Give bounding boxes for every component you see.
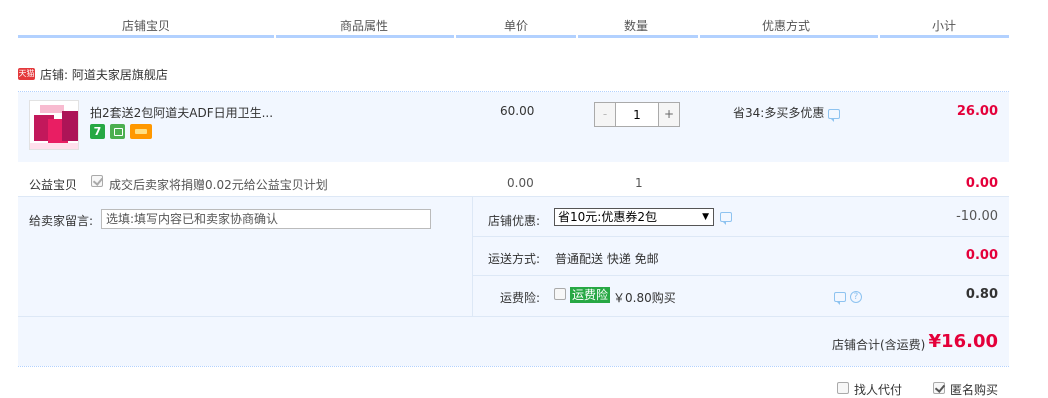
qty-increment-button[interactable]: + bbox=[658, 103, 679, 126]
insurance-checkbox[interactable] bbox=[554, 288, 566, 300]
cart-item-row bbox=[18, 92, 1009, 162]
charity-subtotal: 0.00 bbox=[965, 176, 998, 191]
insurance-tag: 运费险 bbox=[570, 287, 611, 303]
col-attributes: 商品属性 bbox=[340, 19, 389, 33]
shop-discount-selected: 省10元:优惠券2包 bbox=[558, 210, 657, 224]
qty-decrement-button[interactable]: - bbox=[595, 103, 616, 126]
credit-card-icon[interactable] bbox=[130, 124, 152, 139]
row-divider bbox=[472, 275, 1009, 276]
product-title-link[interactable]: 拍2套送2包阿道夫ADF日用卫生... bbox=[90, 104, 273, 121]
insurance-price: ￥0.80购买 bbox=[613, 291, 676, 305]
product-thumbnail[interactable] bbox=[29, 100, 79, 150]
total-divider bbox=[18, 366, 1009, 367]
col-quantity: 数量 bbox=[624, 19, 649, 33]
shop-discount-select[interactable]: 省10元:优惠券2包 ▼ bbox=[554, 208, 714, 226]
help-icon[interactable]: ? bbox=[849, 290, 862, 303]
tmall-icon: 天猫 bbox=[18, 68, 35, 80]
insurance-icons: ? bbox=[834, 289, 862, 305]
charity-text: 成交后卖家将捐赠0.02元给公益宝贝计划 bbox=[109, 178, 328, 192]
col-shop-item: 店铺宝贝 bbox=[122, 19, 171, 33]
header-sep bbox=[878, 35, 880, 38]
item-subtotal: 26.00 bbox=[956, 104, 998, 119]
shop-total-value: ¥16.00 bbox=[928, 331, 998, 352]
cart-header: 店铺宝贝 商品属性 单价 数量 优惠方式 小计 bbox=[18, 0, 1009, 38]
shop-row: 天猫 店铺: 阿道夫家居旗舰店 bbox=[18, 64, 168, 84]
shop-discount-value: -10.00 bbox=[956, 209, 998, 224]
shop-name[interactable]: 店铺: 阿道夫家居旗舰店 bbox=[40, 66, 168, 83]
qty-input[interactable] bbox=[616, 103, 658, 126]
header-sep bbox=[454, 35, 456, 38]
guarantee-icon[interactable] bbox=[110, 124, 125, 139]
proxy-pay-checkbox[interactable] bbox=[837, 382, 849, 394]
promo-info: 省34:多买多优惠 bbox=[733, 104, 841, 122]
shop-total-label: 店铺合计(含运费) bbox=[832, 338, 926, 352]
col-subtotal: 小计 bbox=[932, 19, 957, 33]
col-discount: 优惠方式 bbox=[762, 19, 811, 33]
shipping-label: 运送方式: bbox=[487, 252, 540, 266]
shop-discount-label: 店铺优惠: bbox=[487, 214, 540, 228]
header-sep bbox=[698, 35, 700, 38]
promo-text: 省34:多买多优惠 bbox=[733, 106, 825, 120]
seven-day-return-icon[interactable]: 7 bbox=[90, 124, 105, 139]
order-options-panel bbox=[472, 196, 1009, 316]
row-divider bbox=[472, 236, 1009, 237]
insurance-label: 运费险: bbox=[499, 291, 540, 305]
quantity-stepper: - + bbox=[594, 102, 680, 127]
charity-checkbox bbox=[91, 175, 103, 187]
header-sep bbox=[274, 35, 276, 38]
shipping-value: 0.00 bbox=[965, 248, 998, 263]
chat-icon[interactable] bbox=[720, 212, 732, 225]
charity-qty: 1 bbox=[635, 176, 643, 190]
charity-price: 0.00 bbox=[507, 176, 534, 190]
col-unit-price: 单价 bbox=[504, 19, 529, 33]
anonymous-checkbox[interactable] bbox=[933, 382, 945, 394]
chat-icon[interactable] bbox=[834, 291, 846, 305]
insurance-value: 0.80 bbox=[965, 287, 998, 302]
header-divider bbox=[18, 35, 1009, 38]
header-sep bbox=[576, 35, 578, 38]
chat-icon[interactable] bbox=[828, 108, 841, 122]
anonymous-label[interactable]: 匿名购买 bbox=[950, 381, 998, 398]
chevron-down-icon: ▼ bbox=[702, 212, 709, 222]
shipping-method: 普通配送 快递 免邮 bbox=[555, 252, 659, 266]
unit-price: 60.00 bbox=[500, 104, 535, 118]
charity-label: 公益宝贝 bbox=[29, 178, 78, 192]
message-input[interactable] bbox=[101, 209, 431, 229]
message-label: 给卖家留言: bbox=[29, 214, 94, 228]
proxy-pay-label[interactable]: 找人代付 bbox=[854, 381, 902, 398]
